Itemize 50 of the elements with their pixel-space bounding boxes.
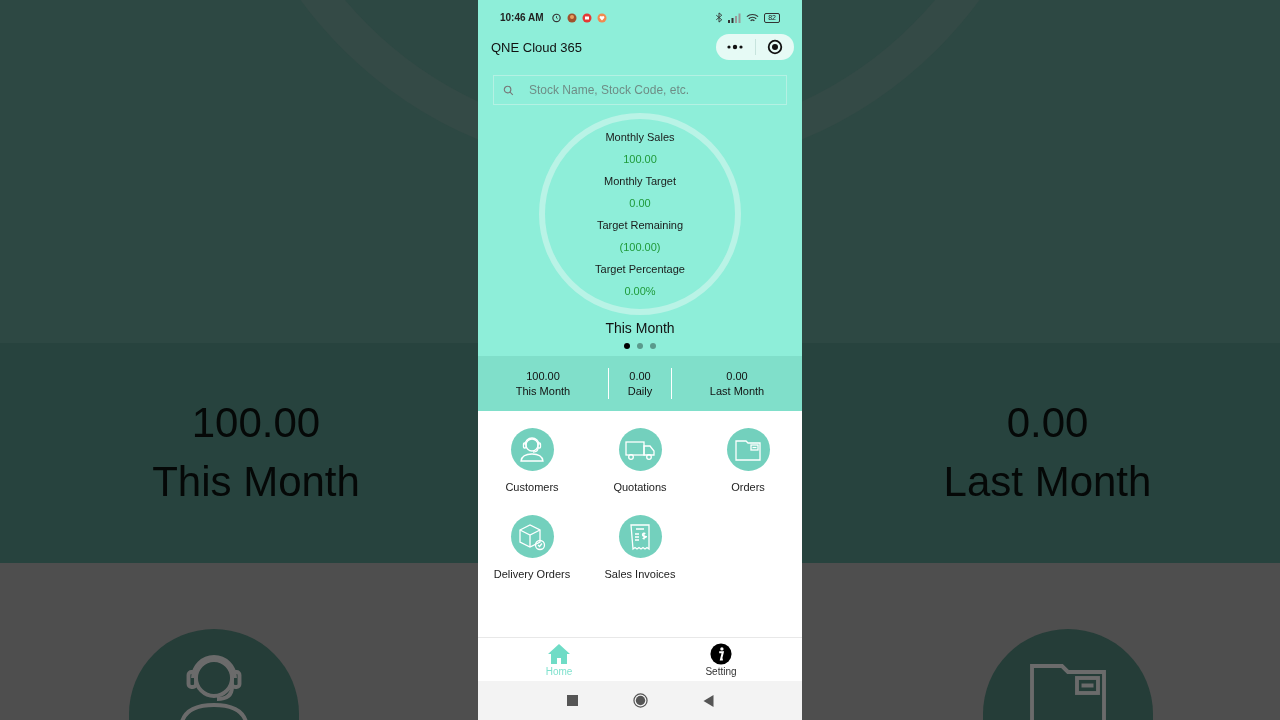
module-label[interactable]: Quotations xyxy=(613,481,667,493)
summary-label: Target Percentage xyxy=(595,262,685,277)
signal-icon xyxy=(728,12,742,23)
stat-value: 0.00 xyxy=(629,368,651,384)
home-icon xyxy=(547,642,571,665)
more-icon xyxy=(726,44,745,50)
module-label[interactable]: Sales Invoices xyxy=(604,568,676,580)
wifi-icon xyxy=(746,12,760,23)
circle-icon xyxy=(632,693,648,708)
backdrop-label: This Month xyxy=(152,457,360,507)
backdrop-label: Last Month xyxy=(943,457,1152,507)
module-button[interactable] xyxy=(726,428,770,471)
target-icon xyxy=(766,39,783,55)
summary-label: Target Remaining xyxy=(596,218,684,233)
info-icon xyxy=(709,642,733,665)
module-label[interactable]: Customers xyxy=(505,481,559,493)
module-button[interactable] xyxy=(510,428,554,471)
backdrop-value: 100.00 xyxy=(191,398,321,448)
search-field[interactable]: Stock Name, Stock Code, etc. xyxy=(493,75,787,105)
app-notification-icon xyxy=(566,12,577,23)
page-dot[interactable] xyxy=(637,343,643,349)
alarm-icon xyxy=(550,12,562,23)
bluetooth-icon xyxy=(715,12,724,23)
module-button[interactable] xyxy=(510,515,554,558)
summary-value: 0.00 xyxy=(629,196,651,211)
search-icon xyxy=(503,85,514,96)
stat-label: Last Month xyxy=(709,383,765,399)
summary-label: Monthly Target xyxy=(604,174,676,189)
heart-notification-icon xyxy=(596,12,607,23)
status-time: 10:46 AM xyxy=(500,12,544,23)
module-label[interactable]: Orders xyxy=(731,481,765,493)
square-icon xyxy=(566,695,578,706)
summary-value: 0.00% xyxy=(624,284,656,299)
backdrop-value: 0.00 xyxy=(1006,398,1089,448)
back-triangle-icon xyxy=(702,694,714,707)
summary-label: Monthly Sales xyxy=(605,130,675,145)
module-button[interactable] xyxy=(618,515,662,558)
stat-value: 100.00 xyxy=(526,368,560,384)
stat-label: Daily xyxy=(627,383,653,399)
video-notification-icon xyxy=(581,12,592,23)
page-dot[interactable] xyxy=(650,343,656,349)
module-label[interactable]: Delivery Orders xyxy=(493,568,571,580)
stat-label: This Month xyxy=(515,383,571,399)
summary-value: 100.00 xyxy=(623,152,657,167)
carousel-title: This Month xyxy=(604,319,676,337)
app-title: QNE Cloud 365 xyxy=(491,39,583,55)
module-button[interactable] xyxy=(618,428,662,471)
stat-value: 0.00 xyxy=(726,368,748,384)
page-dot[interactable] xyxy=(624,343,630,349)
summary-value: (100.00) xyxy=(619,240,661,255)
